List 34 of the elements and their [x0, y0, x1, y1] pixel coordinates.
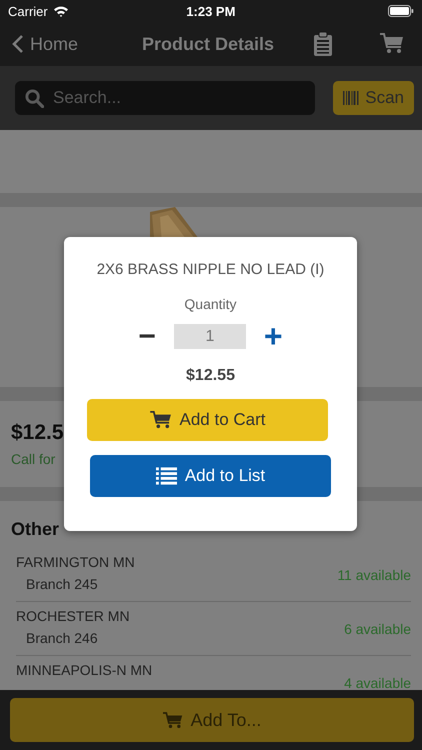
- availability-count: 4 available: [344, 674, 411, 690]
- list-icon: [156, 467, 177, 485]
- branch-name: FARMINGTON MN: [16, 554, 135, 570]
- cart-icon: [162, 712, 183, 728]
- availability-count: 11 available: [337, 566, 411, 582]
- availability-count: 6 available: [344, 620, 411, 636]
- quantity-label: Quantity: [184, 296, 237, 312]
- decrease-button[interactable]: −: [134, 320, 160, 354]
- carrier-label: Carrier: [8, 4, 48, 18]
- section-heading: Other: [11, 519, 60, 540]
- dialog-title: 2X6 BRASS NIPPLE NO LEAD (I): [96, 261, 324, 278]
- back-link[interactable]: Home: [12, 34, 122, 54]
- cart-icon: [150, 411, 172, 429]
- add-to-cart-button[interactable]: Add to Cart: [87, 399, 328, 441]
- call-note: Call for: [11, 451, 56, 467]
- branch-name: ROCHESTER MN: [16, 608, 130, 624]
- search-field[interactable]: Search...: [15, 81, 316, 115]
- product-price: $12.5: [11, 421, 65, 445]
- wifi-icon: [52, 5, 69, 17]
- branch-number: Branch 245: [25, 576, 99, 592]
- add-to-list-button[interactable]: Add to List: [90, 455, 331, 497]
- cart-icon[interactable]: [380, 33, 404, 55]
- barcode-icon: [343, 91, 360, 105]
- increase-button[interactable]: +: [260, 318, 287, 355]
- search-icon: [25, 89, 44, 108]
- dialog-price: $12.55: [186, 367, 235, 385]
- branch-number: Branch 246: [25, 630, 99, 646]
- branch-name: MINNEAPOLIS-N MN: [16, 662, 152, 678]
- clock: 1:23 PM: [185, 4, 236, 18]
- battery-icon: [388, 5, 414, 17]
- screen-title: Product Details: [140, 34, 276, 54]
- clipboard-icon[interactable]: [314, 32, 332, 56]
- back-chevron-icon: [12, 34, 24, 54]
- quantity-field[interactable]: 1: [174, 324, 246, 349]
